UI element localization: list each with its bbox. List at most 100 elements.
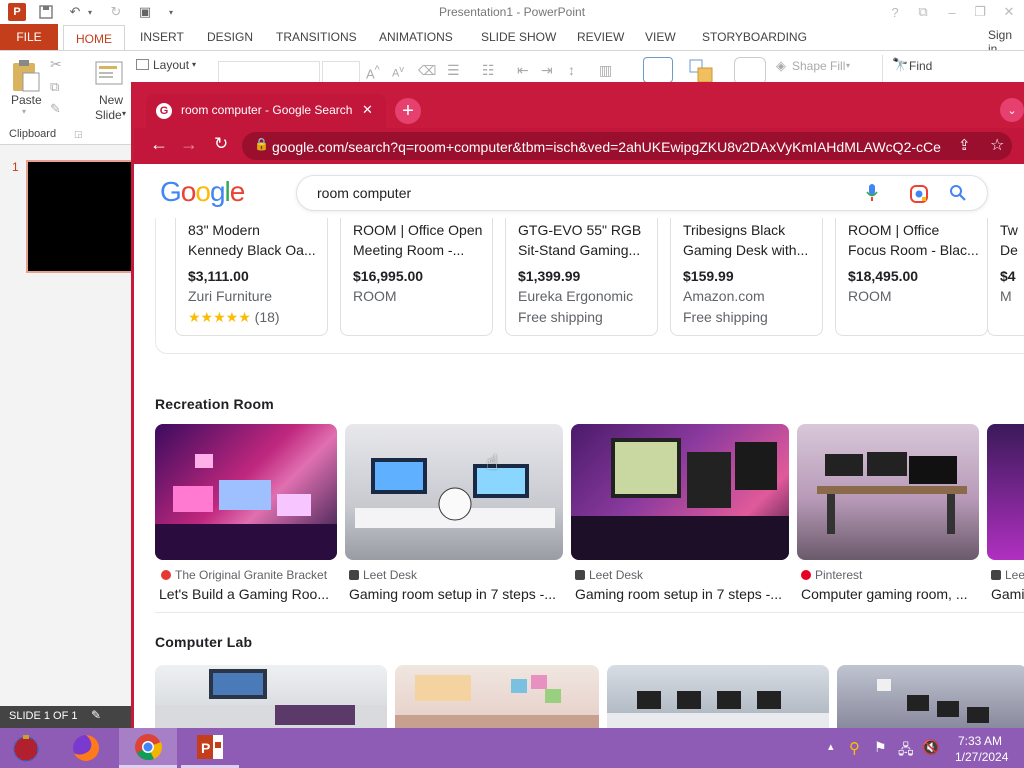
tab-slide-show[interactable]: SLIDE SHOW — [481, 30, 556, 44]
tab-review[interactable]: REVIEW — [577, 30, 624, 44]
chrome-tab-active[interactable]: G room computer - Google Search ✕ — [146, 94, 386, 128]
result-image[interactable] — [607, 665, 829, 728]
shape-fill-dropdown-icon[interactable]: ▾ — [846, 61, 850, 70]
image-caption[interactable]: Gami — [991, 586, 1024, 602]
new-slide-button-line2[interactable]: Slide — [95, 108, 122, 122]
result-image[interactable] — [837, 665, 1024, 728]
voice-search-icon[interactable] — [865, 183, 879, 203]
back-icon[interactable]: ← — [150, 134, 168, 155]
layout-button[interactable]: Layout — [153, 58, 189, 72]
powerpoint-taskbar-icon[interactable]: P — [181, 728, 239, 768]
result-image[interactable] — [797, 424, 979, 560]
format-painter-icon[interactable]: ✎ — [50, 101, 61, 117]
tab-design[interactable]: DESIGN — [207, 30, 253, 44]
layout-icon[interactable] — [136, 59, 149, 70]
clock-date[interactable]: 1/27/2024 — [955, 750, 1008, 764]
show-hidden-icons[interactable]: ▴ — [828, 740, 834, 753]
pinterest-favicon-icon — [801, 570, 811, 580]
image-source[interactable]: Leet Desk — [349, 568, 417, 582]
paste-icon[interactable] — [11, 59, 41, 93]
search-tray-icon[interactable]: ⚲ — [849, 739, 860, 757]
font-name-box[interactable] — [218, 61, 320, 83]
share-icon[interactable]: ⇪ — [958, 136, 971, 154]
minimize-icon[interactable]: – — [943, 3, 961, 21]
chrome-taskbar-icon[interactable] — [119, 728, 177, 768]
result-image[interactable] — [987, 424, 1024, 560]
forward-icon[interactable]: → — [180, 134, 198, 155]
flag-icon[interactable]: ⚑ — [874, 739, 887, 756]
increase-font-icon[interactable]: A^ — [366, 64, 380, 81]
close-icon[interactable]: ✕ — [1000, 3, 1018, 21]
arrange-icon[interactable] — [688, 58, 716, 84]
clipboard-launcher-icon[interactable]: ◲ — [74, 129, 83, 140]
tab-search-icon[interactable]: ⌄ — [1000, 98, 1024, 122]
decrease-indent-icon[interactable]: ⇤ — [517, 62, 529, 79]
image-caption[interactable]: Gaming room setup in 7 steps -... — [575, 586, 787, 602]
shapes-icon[interactable] — [643, 57, 673, 83]
result-image[interactable] — [155, 665, 387, 728]
tab-title: room computer - Google Search — [181, 103, 353, 117]
window-title: Presentation1 - PowerPoint — [438, 5, 586, 19]
help-icon[interactable]: ? — [886, 3, 904, 21]
tab-insert[interactable]: INSERT — [140, 30, 184, 44]
clock-time[interactable]: 7:33 AM — [958, 734, 1002, 748]
address-bar[interactable]: 🔒 google.com/search?q=room+computer&tbm=… — [242, 132, 1012, 160]
line-spacing-icon[interactable]: ↕ — [568, 62, 575, 78]
image-caption[interactable]: Gaming room setup in 7 steps -... — [349, 586, 561, 602]
new-slide-dropdown-icon[interactable]: ▾ — [122, 109, 126, 118]
shape-fill-icon[interactable]: ◈ — [776, 58, 786, 74]
notes-icon[interactable]: ✎ — [91, 708, 101, 722]
search-input[interactable]: room computer — [317, 185, 411, 201]
clear-formatting-icon[interactable]: ⌫ — [418, 63, 436, 79]
decrease-font-icon[interactable]: Av — [392, 64, 404, 80]
font-size-box[interactable] — [322, 61, 360, 83]
google-logo[interactable]: Google — [160, 176, 245, 208]
new-slide-button-line1[interactable]: New — [99, 93, 123, 107]
tab-home[interactable]: HOME — [63, 25, 125, 51]
firefox-taskbar-icon[interactable] — [60, 728, 112, 768]
shape-fill-button[interactable]: Shape Fill — [792, 59, 845, 73]
network-icon[interactable]: 🖧 — [898, 739, 914, 763]
result-image[interactable] — [571, 424, 789, 560]
copy-icon[interactable]: ⧉ — [50, 79, 59, 95]
lock-icon[interactable]: 🔒 — [254, 137, 269, 151]
bookmark-star-icon[interactable]: ☆ — [990, 135, 1004, 155]
image-source[interactable]: The Original Granite Bracket — [161, 568, 327, 582]
numbering-icon[interactable]: ☷ — [482, 62, 495, 79]
tab-file[interactable]: FILE — [0, 24, 58, 50]
tab-animations[interactable]: ANIMATIONS — [379, 30, 453, 44]
tab-close-icon[interactable]: ✕ — [362, 102, 373, 118]
volume-muted-icon[interactable]: 🔇 — [922, 739, 939, 756]
layout-dropdown-icon[interactable]: ▾ — [192, 60, 196, 69]
bullets-icon[interactable]: ☰ — [447, 62, 460, 79]
cut-icon[interactable]: ✂ — [50, 56, 62, 73]
image-caption[interactable]: Let's Build a Gaming Roo... — [159, 586, 335, 602]
text-columns-icon[interactable]: ▥ — [599, 62, 612, 79]
result-image[interactable] — [155, 424, 337, 560]
image-source[interactable]: Pinterest — [801, 568, 862, 582]
slide-thumbnail[interactable] — [26, 160, 136, 273]
result-image[interactable] — [395, 665, 599, 728]
new-tab-button[interactable]: + — [395, 98, 421, 124]
paste-dropdown-icon[interactable]: ▾ — [22, 107, 26, 116]
start-button[interactable] — [0, 728, 52, 768]
maximize-icon[interactable]: ❐ — [971, 3, 989, 21]
find-button[interactable]: Find — [909, 59, 932, 73]
image-caption[interactable]: Computer gaming room, ... — [801, 586, 975, 602]
tab-view[interactable]: VIEW — [645, 30, 676, 44]
tab-transitions[interactable]: TRANSITIONS — [276, 30, 357, 44]
paste-button[interactable]: Paste — [11, 93, 42, 107]
find-icon[interactable]: 🔭 — [892, 57, 908, 73]
quick-styles-icon[interactable] — [734, 57, 766, 85]
new-slide-icon[interactable] — [95, 59, 125, 89]
image-source[interactable]: Leet Desk — [575, 568, 643, 582]
search-box[interactable]: room computer — [296, 175, 988, 211]
image-source[interactable]: Lee — [991, 568, 1024, 582]
result-image[interactable] — [345, 424, 563, 560]
ribbon-display-icon[interactable]: ⧉ — [914, 3, 932, 21]
lens-icon[interactable] — [909, 184, 929, 204]
search-icon[interactable] — [948, 183, 968, 203]
increase-indent-icon[interactable]: ⇥ — [541, 62, 553, 79]
tab-storyboarding[interactable]: STORYBOARDING — [702, 30, 807, 44]
reload-icon[interactable]: ↻ — [214, 134, 228, 154]
